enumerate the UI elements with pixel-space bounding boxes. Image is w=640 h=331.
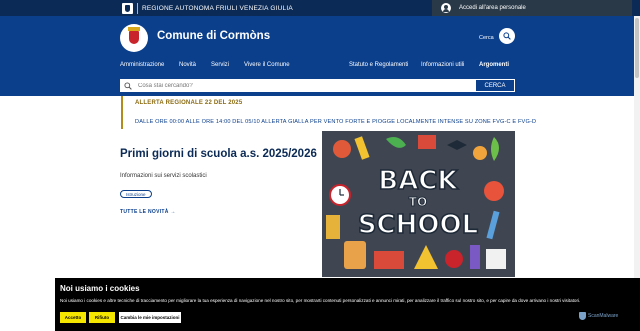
cookie-reject-button[interactable]: Rifiuto	[89, 312, 115, 323]
scroll-thumb[interactable]	[635, 18, 639, 78]
backpack-shape	[344, 241, 366, 269]
search-input[interactable]	[138, 82, 438, 89]
search-toggle-button[interactable]	[499, 28, 515, 44]
bottle-shape	[326, 215, 340, 239]
regional-alert: ALLERTA REGIONALE 22 DEL 2025 DALLE ORE …	[121, 96, 536, 129]
hero-to-text: TO	[409, 195, 427, 209]
topic-tag[interactable]: Istruzione	[120, 190, 152, 198]
search-field	[120, 79, 475, 92]
all-news-label: TUTTE LE NOVITÀ	[120, 209, 169, 215]
cookie-banner: Noi usiamo i cookies Noi usiamo i cookie…	[55, 278, 640, 331]
nav-item-argomenti[interactable]: Argomenti	[479, 62, 509, 68]
cookie-settings-button[interactable]: Cambia le mie impostazioni	[119, 312, 181, 323]
nav-item-vivere-il-comune[interactable]: Vivere il Comune	[244, 62, 290, 68]
apple-shape-bottom	[445, 250, 463, 268]
search-icon	[124, 81, 132, 90]
hero-school-text: SCHOOL	[358, 210, 478, 240]
search-icon	[503, 32, 511, 40]
hero-back-text: BACK	[378, 166, 458, 196]
books-shape	[374, 251, 404, 269]
globe-shape	[484, 181, 504, 201]
cookie-title: Noi usiamo i cookies	[60, 284, 140, 293]
nav-item-servizi[interactable]: Servizi	[211, 62, 229, 68]
article-title[interactable]: Primi giorni di scuola a.s. 2025/2026	[120, 148, 317, 160]
back-to-school-illustration: BACK TO SCHOOL	[322, 131, 515, 277]
user-icon	[441, 3, 451, 13]
back-to-school-image: BACK TO SCHOOL	[322, 131, 515, 277]
arrow-right-icon: →	[170, 209, 176, 215]
ball-shape	[473, 146, 487, 160]
nav-item-novita[interactable]: Novità	[179, 62, 196, 68]
nav-item-amministrazione[interactable]: Amministrazione	[120, 62, 164, 68]
region-name: REGIONE AUTONOMA FRIULI VENEZIA GIULIA	[142, 4, 293, 12]
apple-shape	[333, 140, 351, 158]
login-button[interactable]: Accedi all'area personale	[432, 0, 632, 16]
crayon-shape	[470, 245, 480, 269]
login-label: Accedi all'area personale	[459, 5, 526, 11]
scanmalware-badge[interactable]: ScanMalware	[579, 312, 618, 320]
region-logo-icon	[122, 2, 133, 14]
scanmalware-label: ScanMalware	[588, 313, 619, 319]
book-shape	[418, 135, 436, 149]
crest-shield	[129, 31, 139, 44]
region-divider	[137, 2, 138, 14]
municipal-crest-logo[interactable]	[120, 24, 148, 52]
search-submit-button[interactable]: CERCA	[475, 79, 515, 92]
notebook-shape	[486, 249, 506, 269]
alert-text[interactable]: DALLE ORE 00:00 ALLE ORE 14:00 DEL 05/10…	[135, 119, 536, 125]
search-bar: CERCA	[120, 79, 515, 92]
region-link[interactable]: REGIONE AUTONOMA FRIULI VENEZIA GIULIA	[122, 2, 293, 14]
article-subtitle: Informazioni sui servizi scolastici	[120, 173, 207, 179]
all-news-link[interactable]: TUTTE LE NOVITÀ →	[120, 209, 176, 215]
cookie-text: Noi usiamo i cookies e altre tecniche di…	[60, 298, 581, 303]
shield-icon	[579, 312, 586, 320]
nav-item-informazioni-utili[interactable]: Informazioni utili	[421, 62, 464, 68]
search-label: Cerca	[479, 35, 494, 41]
site-title[interactable]: Comune di Cormòns	[157, 30, 270, 42]
cookie-accept-button[interactable]: Accetto	[60, 312, 86, 323]
top-bar: REGIONE AUTONOMA FRIULI VENEZIA GIULIA A…	[0, 0, 640, 16]
nav-item-statuto[interactable]: Statuto e Regolamenti	[349, 62, 408, 68]
alert-title: ALLERTA REGIONALE 22 DEL 2025	[135, 100, 243, 106]
page-scrollbar[interactable]	[634, 16, 640, 278]
